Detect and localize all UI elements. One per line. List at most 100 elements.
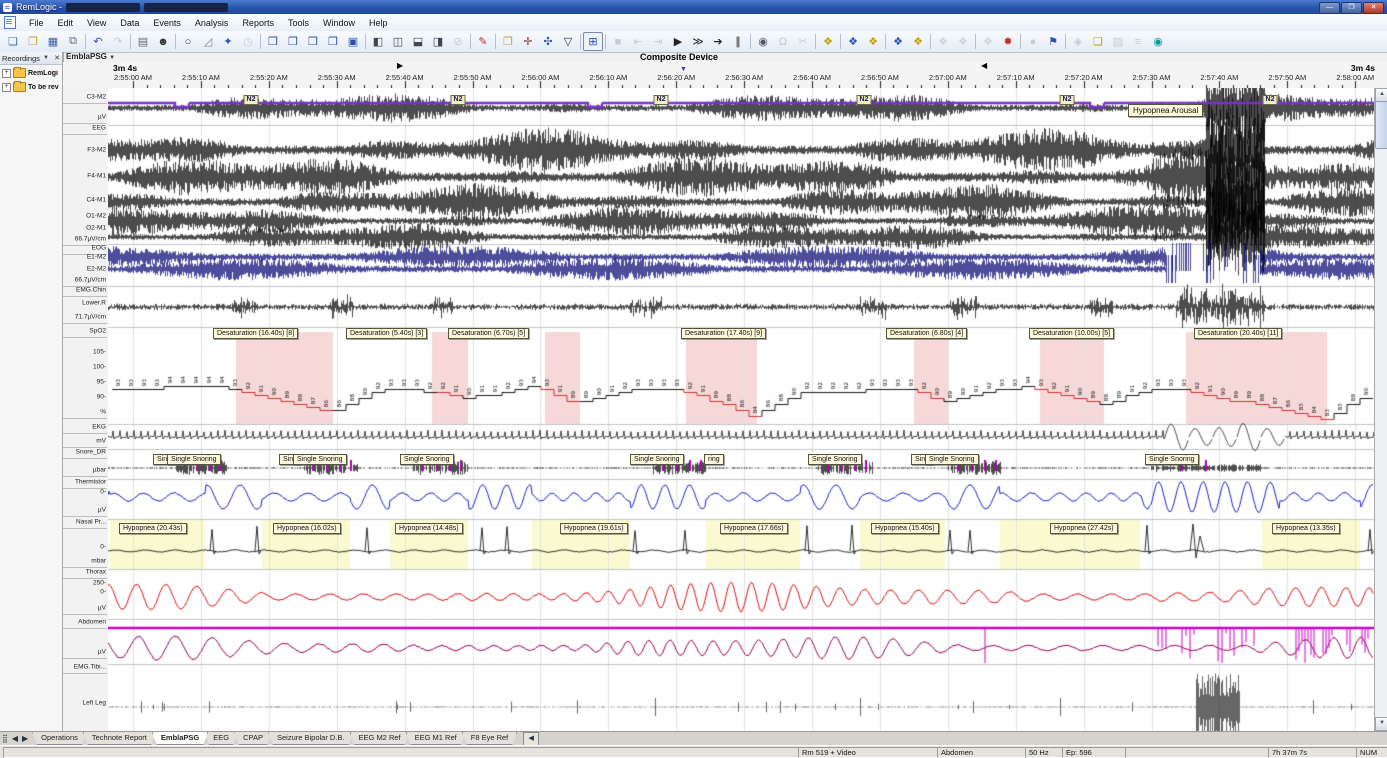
zoom-icon[interactable]: ○ — [178, 32, 198, 51]
tree-item-1[interactable]: + To be rev — [0, 81, 62, 93]
clock-icon[interactable]: ◷ — [238, 32, 258, 51]
channel-label-0-[interactable]: 0- — [100, 489, 106, 496]
window-cascade-icon[interactable]: ❒ — [303, 32, 323, 51]
tree-item-0[interactable]: + RemLogi — [0, 67, 62, 79]
hypopnea-event-label[interactable]: Hypopnea (16.02s) — [273, 523, 341, 534]
event-gray-1-icon[interactable]: ❖ — [933, 32, 953, 51]
hypopnea-event-label[interactable]: Hypopnea (27.42s) — [1050, 523, 1118, 534]
gem-icon[interactable]: ◈ — [1068, 32, 1088, 51]
sleep-stage-badge[interactable]: N2 — [450, 95, 466, 105]
menu-tools[interactable]: Tools — [281, 16, 316, 30]
expand-icon[interactable]: + — [2, 82, 11, 92]
snore-event-label[interactable]: Single Snoring — [1145, 454, 1199, 465]
channel-label-66-7-v-cm[interactable]: 66.7µV/cm — [75, 277, 106, 284]
sheet-tab-eeg-m2-ref[interactable]: EEG M2 Ref — [350, 732, 410, 745]
sheet-tab-eeg[interactable]: EEG — [204, 732, 238, 745]
workspace-tab-emblapsg[interactable]: EmblaPSG ▼ — [66, 52, 115, 61]
split-vert-icon[interactable]: ◫ — [388, 32, 408, 51]
scissors-icon[interactable]: ✂ — [793, 32, 813, 51]
scrollbar-thumb[interactable] — [1375, 101, 1387, 149]
play-icon[interactable]: ▶ — [668, 32, 688, 51]
channel-label-100-[interactable]: 100- — [93, 364, 106, 371]
tabstrip-more-button[interactable]: ◀ — [523, 732, 540, 746]
menu-edit[interactable]: Edit — [51, 16, 81, 30]
event-end-marker[interactable]: ◀ — [981, 62, 987, 70]
channel-label-snore-dr[interactable]: Snore_DR — [76, 449, 106, 456]
pause-icon[interactable]: ∥ — [728, 32, 748, 51]
snore-event-label[interactable]: Single Snoring — [925, 454, 979, 465]
channel-label-o1-m2[interactable]: O1-M2 — [86, 213, 106, 220]
channel-label-emg-chin[interactable]: EMG.Chin — [76, 287, 106, 294]
menu-file[interactable]: File — [22, 16, 51, 30]
channel-label-0-[interactable]: 0- — [100, 589, 106, 596]
angle-icon[interactable]: ◿ — [198, 32, 218, 51]
channel-label-nasal-pr-[interactable]: Nasal Pr... — [76, 519, 106, 526]
window-montage-icon[interactable]: ❒ — [263, 32, 283, 51]
desaturation-event-label[interactable]: Desaturation (16.40s) [8] — [213, 328, 299, 339]
snore-event-label[interactable]: Single Snoring — [293, 454, 347, 465]
menu-data[interactable]: Data — [113, 16, 146, 30]
window-new-icon[interactable]: ❒ — [283, 32, 303, 51]
channel-label-mv[interactable]: mV — [96, 438, 106, 445]
close-panel-icon[interactable]: ✕ — [54, 54, 60, 62]
vertical-scrollbar[interactable]: ▲ ▼ — [1374, 88, 1387, 731]
snore-event-label[interactable]: Single Snoring — [808, 454, 862, 465]
event-marker-5-icon[interactable]: ❖ — [908, 32, 928, 51]
sheet-tab-operations[interactable]: Operations — [32, 732, 87, 745]
channel-label-eeg[interactable]: EEG — [92, 125, 106, 132]
sheet-tab-f8-eye-ref[interactable]: F8 Eye Ref — [462, 732, 518, 745]
event-start-marker[interactable]: ▶ — [397, 62, 403, 70]
channel-label-left-leg[interactable]: Left Leg — [83, 700, 107, 707]
tab-scroll-right-icon[interactable]: ▶ — [22, 734, 28, 744]
hypopnea-event-label[interactable]: Hypopnea (17.66s) — [720, 523, 788, 534]
chart-settings-icon[interactable]: ⊞ — [583, 32, 603, 51]
blob-icon[interactable]: ● — [1023, 32, 1043, 51]
menu-help[interactable]: Help — [362, 16, 395, 30]
split-horiz-icon[interactable]: ⬓ — [408, 32, 428, 51]
channel-label-f4-m1[interactable]: F4-M1 — [87, 173, 106, 180]
desaturation-event-label[interactable]: Desaturation (6.80s) [4] — [886, 328, 968, 339]
close-button[interactable]: ✕ — [1363, 2, 1384, 14]
resize-grip-icon[interactable]: ⣿ — [2, 734, 8, 744]
note-icon[interactable]: ❏ — [1088, 32, 1108, 51]
channel-label--bar[interactable]: µbar — [93, 467, 106, 474]
arousal-event-label[interactable]: Hypopnea Arousal — [1128, 104, 1204, 117]
pencil-icon[interactable]: ✎ — [473, 32, 493, 51]
menu-view[interactable]: View — [80, 16, 113, 30]
eye-icon[interactable]: ◉ — [1148, 32, 1168, 51]
menu-window[interactable]: Window — [316, 16, 362, 30]
sheet-tab-seizure-bipolar-d-b-[interactable]: Seizure Bipolar D.B. — [268, 732, 354, 745]
hypopnea-event-label[interactable]: Hypopnea (20.43s) — [119, 523, 187, 534]
channel-label-emg-tibi-[interactable]: EMG.Tibi... — [74, 664, 106, 671]
menu-analysis[interactable]: Analysis — [188, 16, 236, 30]
channel-label-lower-r[interactable]: Lower.R — [82, 300, 106, 307]
menu-events[interactable]: Events — [146, 16, 188, 30]
channel-label-250-[interactable]: 250- — [93, 580, 106, 587]
expand-icon[interactable]: + — [2, 68, 11, 78]
filter-icon[interactable]: ▽ — [558, 32, 578, 51]
skip-end-icon[interactable]: ⇥ — [648, 32, 668, 51]
event-marker-3-icon[interactable]: ❖ — [863, 32, 883, 51]
channel-label-abdomen[interactable]: Abdomen — [78, 619, 106, 626]
sheet-tab-cpap[interactable]: CPAP — [234, 732, 272, 745]
copy-icon[interactable]: ⧉ — [63, 32, 83, 51]
event-marker-4-icon[interactable]: ❖ — [888, 32, 908, 51]
split-right-icon[interactable]: ◨ — [428, 32, 448, 51]
channel-label-eog[interactable]: EOG — [92, 245, 106, 252]
image-icon[interactable]: ▨ — [1108, 32, 1128, 51]
desaturation-event-label[interactable]: Desaturation (10.00s) [5] — [1029, 328, 1115, 339]
report-icon[interactable]: ≡ — [1128, 32, 1148, 51]
save-icon[interactable]: ▦ — [43, 32, 63, 51]
window-events-icon[interactable]: ❒ — [323, 32, 343, 51]
split-left-icon[interactable]: ◧ — [368, 32, 388, 51]
folder-chart-icon[interactable]: ❐ — [498, 32, 518, 51]
channel-label--v[interactable]: µV — [98, 114, 106, 121]
channel-label-thorax[interactable]: Thorax — [86, 569, 106, 576]
no-split-icon[interactable]: ⊘ — [448, 32, 468, 51]
maximize-button[interactable]: ❐ — [1341, 2, 1362, 14]
sleep-stage-badge[interactable]: N2 — [243, 95, 259, 105]
snore-event-label[interactable]: Single Snoring — [400, 454, 454, 465]
hypopnea-event-label[interactable]: Hypopnea (15.40s) — [871, 523, 939, 534]
flag-icon[interactable]: ⚑ — [1043, 32, 1063, 51]
cursor-marker[interactable]: ▼ — [680, 66, 687, 74]
